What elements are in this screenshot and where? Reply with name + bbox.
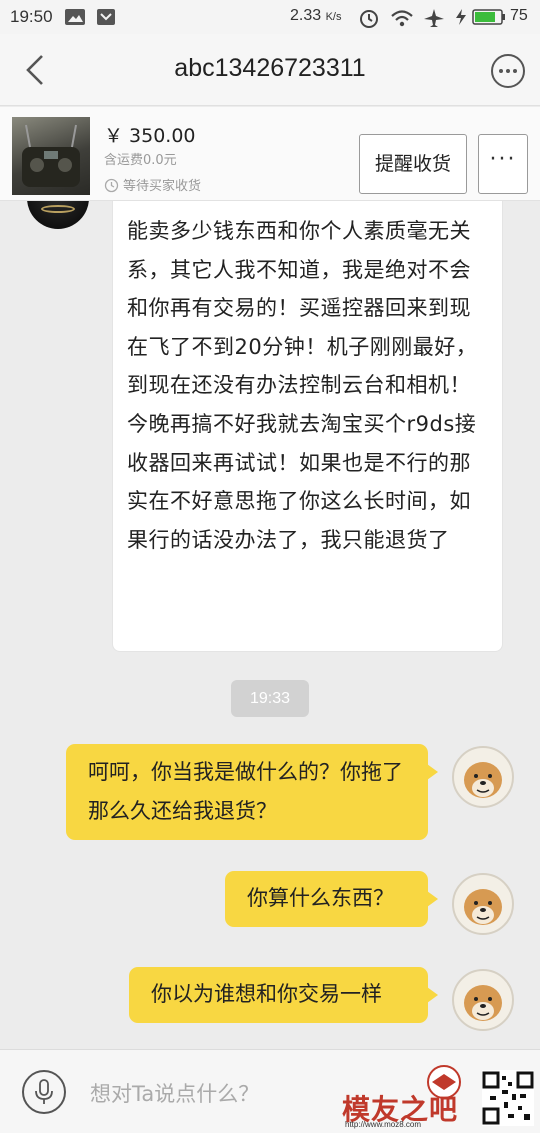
- order-more-button[interactable]: ···: [478, 134, 528, 194]
- airplane-mode-icon: [424, 9, 444, 27]
- time-divider: 19:33: [231, 680, 309, 717]
- status-time: 19:50: [10, 7, 53, 26]
- peer-message-text: 能卖多少钱东西和你个人素质毫无关系，其它人我不知道，我是绝对不会和你再有交易的！…: [127, 219, 478, 552]
- dog-avatar-image: [464, 889, 502, 925]
- remind-receipt-button[interactable]: 提醒收货: [359, 134, 467, 194]
- dog-avatar-image: [464, 985, 502, 1021]
- qr-code-image: [482, 1070, 534, 1126]
- message-list[interactable]: 能卖多少钱东西和你个人素质毫无关系，其它人我不知道，我是绝对不会和你再有交易的！…: [0, 201, 540, 1049]
- my-message-bubble[interactable]: 你算什么东西？: [225, 871, 438, 927]
- my-message-text: 你以为谁想和你交易一样: [151, 982, 382, 1006]
- message-input[interactable]: 想对Ta说点什么？: [90, 1078, 259, 1108]
- charging-icon: [456, 9, 466, 25]
- alarm-icon: [360, 10, 378, 28]
- shield-notification-icon: [97, 9, 115, 25]
- my-avatar[interactable]: [452, 969, 514, 1031]
- product-thumbnail[interactable]: [12, 117, 90, 195]
- peer-avatar[interactable]: [27, 201, 89, 229]
- order-status: 等待买家收货: [104, 175, 201, 194]
- status-bar: 19:50 2.33 K/s 75: [0, 0, 540, 34]
- wifi-icon: [391, 10, 413, 27]
- product-price: ￥ 350.00: [104, 125, 196, 147]
- microphone-icon: [35, 1079, 53, 1104]
- watermark-url: http://www.moz8.com: [345, 1120, 422, 1129]
- my-message-bubble[interactable]: 呵呵，你当我是做什么的？你拖了那么久还给我退货？: [66, 744, 438, 840]
- remote-controller-image: [22, 124, 80, 187]
- my-message-text: 呵呵，你当我是做什么的？你拖了那么久还给我退货？: [88, 760, 403, 823]
- voice-input-button[interactable]: [22, 1070, 66, 1114]
- image-notification-icon: [65, 9, 85, 25]
- chat-title: abc13426723311: [174, 54, 366, 82]
- battery-level: 75: [510, 7, 528, 24]
- my-message-bubble[interactable]: 你以为谁想和你交易一样: [129, 967, 438, 1023]
- battery-icon: [472, 9, 505, 25]
- shipping-info: 含运费0.0元: [104, 153, 177, 168]
- clock-icon: [104, 178, 119, 193]
- my-avatar[interactable]: [452, 873, 514, 935]
- network-speed: 2.33 K/s: [290, 7, 342, 24]
- peer-message-bubble[interactable]: 能卖多少钱东西和你个人素质毫无关系，其它人我不知道，我是绝对不会和你再有交易的！…: [112, 201, 503, 652]
- my-message-text: 你算什么东西？: [247, 886, 394, 910]
- chat-header: abc13426723311: [0, 34, 540, 106]
- dog-avatar-image: [464, 762, 502, 798]
- more-options-button[interactable]: [490, 53, 526, 89]
- my-avatar[interactable]: [452, 746, 514, 808]
